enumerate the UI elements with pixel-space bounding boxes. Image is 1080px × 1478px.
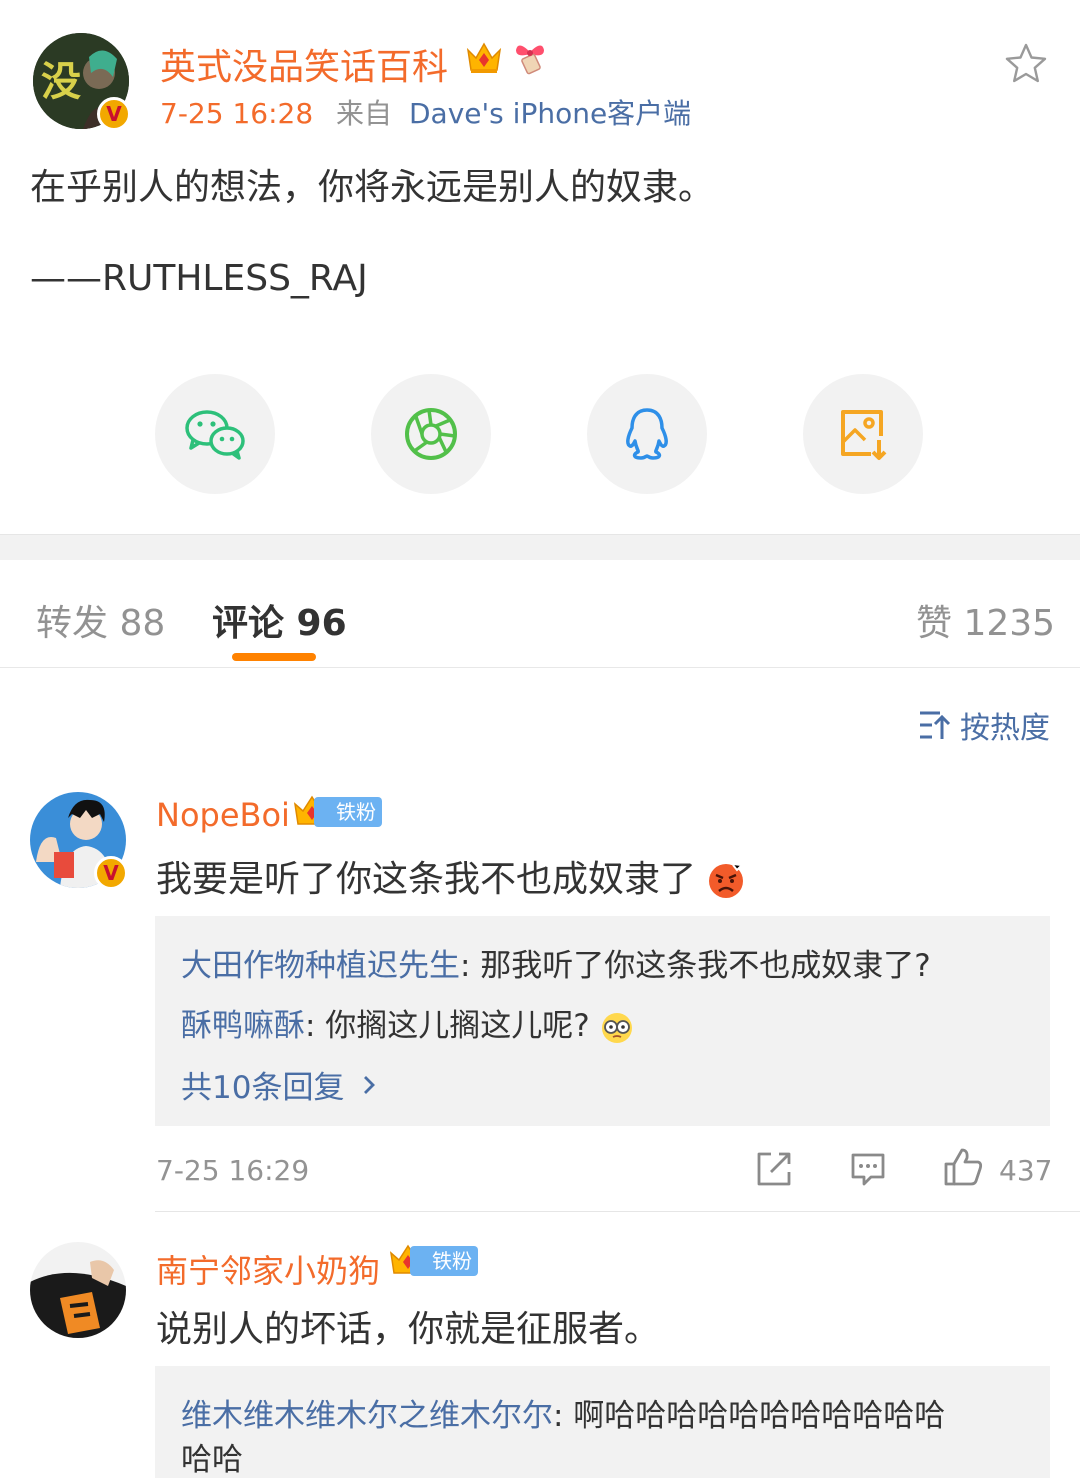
more-replies-label: 共10条回复: [181, 1070, 345, 1106]
tab-likes[interactable]: 赞 1235: [916, 594, 1055, 646]
reply-text-continued: 哈哈: [181, 1442, 243, 1478]
comment-avatar[interactable]: V: [30, 792, 128, 890]
sort-by-hot-button[interactable]: 按热度: [918, 703, 1050, 747]
gift-bow-icon: [516, 45, 544, 75]
save-image-icon: [841, 410, 887, 460]
save-image-button[interactable]: [803, 374, 923, 494]
post-from-label: 来自: [336, 97, 393, 130]
reply-preview-box[interactable]: 大田作物种植迟先生: 那我听了你这条我不也成奴隶了? 酥鸭嘛酥: 你搁这儿搁这儿…: [155, 916, 1050, 1126]
post-signature: ——RUTHLESS_RAJ: [30, 258, 368, 299]
crown-icon: [466, 42, 502, 73]
poster-name[interactable]: 英式没品笑话百科: [160, 38, 448, 90]
reply-text: : 你搁这儿搁这儿呢?: [305, 1008, 590, 1044]
poster-avatar[interactable]: 没 V: [33, 33, 131, 131]
sort-label: 按热度: [960, 711, 1050, 746]
share-moments-button[interactable]: [371, 374, 491, 494]
post-card: 没 V 英式没品笑话百科 7-25 16:28 来自 Dave's iPhone…: [0, 0, 1080, 534]
reply-item: 酥鸭嘛酥: 你搁这儿搁这儿呢?: [181, 1000, 634, 1045]
qq-icon: [626, 408, 668, 460]
fan-badge[interactable]: 6 铁粉: [292, 795, 382, 830]
fan-badge-label: 铁粉: [314, 797, 382, 827]
reply-text: : 那我听了你这条我不也成奴隶了?: [460, 948, 931, 984]
comment-text: 说别人的坏话，你就是征服者。: [156, 1309, 661, 1350]
reply-preview-box[interactable]: 维木维木维木尔之维木尔尔: 啊哈哈哈哈哈哈哈哈哈哈哈 哈哈: [155, 1366, 1050, 1478]
reply-item: 大田作物种植迟先生: 那我听了你这条我不也成奴隶了?: [181, 940, 931, 985]
favorite-star-icon[interactable]: [1004, 42, 1048, 84]
fan-badge-label: 铁粉: [410, 1246, 478, 1276]
verified-badge-icon: V: [94, 856, 128, 890]
moments-icon: [405, 408, 457, 460]
reply-text: : 啊哈哈哈哈哈哈哈哈哈哈哈: [553, 1398, 946, 1434]
reply-username[interactable]: 维木维木维木尔之维木尔尔: [181, 1398, 553, 1434]
comment-avatar[interactable]: [30, 1242, 126, 1338]
reply-username[interactable]: 酥鸭嘛酥: [181, 1008, 305, 1044]
post-tabs: 转发 88 评论 96 赞 1235: [0, 560, 1080, 668]
thumbs-up-icon[interactable]: [942, 1146, 984, 1188]
glasses-emoji-icon: [601, 1012, 632, 1043]
comment-username[interactable]: NopeBoi: [156, 796, 290, 834]
fan-badge[interactable]: 5 铁粉: [388, 1244, 478, 1279]
verified-badge-icon: V: [97, 97, 131, 131]
reply-comment-icon[interactable]: [849, 1150, 887, 1188]
tab-comments[interactable]: 评论 96: [212, 594, 347, 646]
svg-text:没: 没: [41, 60, 81, 104]
wechat-icon: [185, 410, 245, 460]
comment-divider: [155, 1211, 1080, 1212]
view-more-replies-link[interactable]: 共10条回复: [181, 1062, 384, 1107]
tab-active-indicator: [232, 653, 316, 661]
comment-time: 7-25 16:29: [156, 1154, 310, 1187]
reply-item: 维木维木维木尔之维木尔尔: 啊哈哈哈哈哈哈哈哈哈哈哈: [181, 1390, 945, 1435]
post-meta: 7-25 16:28 来自 Dave's iPhone客户端: [160, 92, 691, 132]
comment-text-body: 我要是听了你这条我不也成奴隶了: [156, 859, 697, 900]
comment-text: 我要是听了你这条我不也成奴隶了: [156, 850, 745, 902]
like-count: 437: [999, 1154, 1053, 1187]
angry-emoji-icon: [709, 864, 744, 898]
post-device-link[interactable]: Dave's iPhone客户端: [409, 97, 691, 130]
section-divider: [0, 534, 1080, 560]
tab-reposts[interactable]: 转发 88: [36, 594, 165, 646]
share-wechat-button[interactable]: [155, 374, 275, 494]
reply-username[interactable]: 大田作物种植迟先生: [181, 948, 460, 984]
post-time: 7-25 16:28: [160, 97, 314, 130]
post-body-text: 在乎别人的想法，你将永远是别人的奴隶。: [30, 167, 715, 208]
share-qq-button[interactable]: [587, 374, 707, 494]
comment-username[interactable]: 南宁邻家小奶狗: [156, 1246, 380, 1292]
repost-comment-icon[interactable]: [755, 1150, 793, 1188]
chevron-right-icon: [364, 1075, 376, 1094]
sort-icon: [920, 711, 951, 739]
